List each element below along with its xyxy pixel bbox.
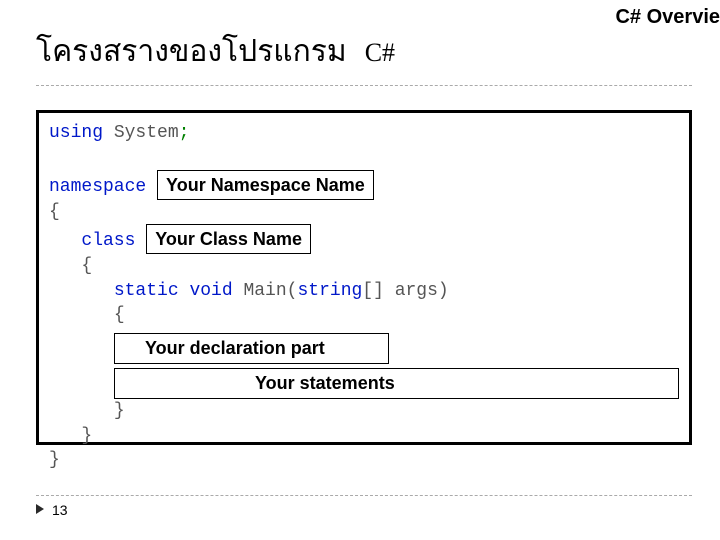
title-en: C# bbox=[365, 38, 395, 68]
title-divider bbox=[36, 85, 692, 86]
title-row: โครงสรางของโปรแกรม C# bbox=[36, 28, 692, 75]
brace-open-class: { bbox=[39, 254, 689, 278]
placeholder-declaration: Your declaration part bbox=[114, 333, 389, 364]
brace-open-ns: { bbox=[39, 200, 689, 224]
footer: 13 bbox=[36, 495, 692, 520]
brace-text: { bbox=[114, 305, 125, 325]
paren-open: ( bbox=[287, 281, 298, 301]
keyword-static: static bbox=[114, 281, 179, 301]
bullet-icon bbox=[36, 504, 44, 514]
code-frame: using System; namespace Your Namespace N… bbox=[36, 110, 692, 445]
code-text: System bbox=[103, 123, 179, 143]
slide: C# Overvie โครงสรางของโปรแกรม C# using S… bbox=[0, 0, 720, 540]
keyword-using: using bbox=[49, 123, 103, 143]
overview-label: C# Overvie bbox=[615, 6, 720, 29]
code-blank bbox=[39, 145, 689, 169]
keyword-string: string bbox=[297, 281, 362, 301]
brace-text: } bbox=[114, 401, 125, 421]
brace-text: { bbox=[81, 256, 92, 276]
brace-text: } bbox=[81, 426, 92, 446]
brace-close-class: } bbox=[39, 424, 689, 448]
keyword-void: void bbox=[189, 281, 232, 301]
brace-close-main: } bbox=[39, 399, 689, 423]
footer-divider bbox=[36, 495, 692, 496]
title-thai: โครงสรางของโปรแกรม bbox=[36, 28, 347, 75]
code-line-main: static void Main(string[] args) bbox=[39, 279, 689, 303]
keyword-class: class bbox=[81, 231, 135, 251]
page-number: 13 bbox=[52, 502, 68, 518]
code-line-class: class Your Class Name bbox=[39, 224, 689, 254]
main-rest: [] args) bbox=[362, 281, 448, 301]
brace-open-main: { bbox=[39, 303, 689, 327]
placeholder-namespace: Your Namespace Name bbox=[157, 170, 374, 200]
placeholder-class: Your Class Name bbox=[146, 224, 311, 254]
keyword-namespace: namespace bbox=[49, 177, 146, 197]
semicolon: ; bbox=[179, 123, 190, 143]
main-name: Main bbox=[233, 281, 287, 301]
code-line-using: using System; bbox=[39, 121, 689, 145]
brace-close-ns: } bbox=[39, 448, 689, 472]
code-line-namespace: namespace Your Namespace Name bbox=[39, 170, 689, 200]
placeholder-statements: Your statements bbox=[114, 368, 679, 399]
